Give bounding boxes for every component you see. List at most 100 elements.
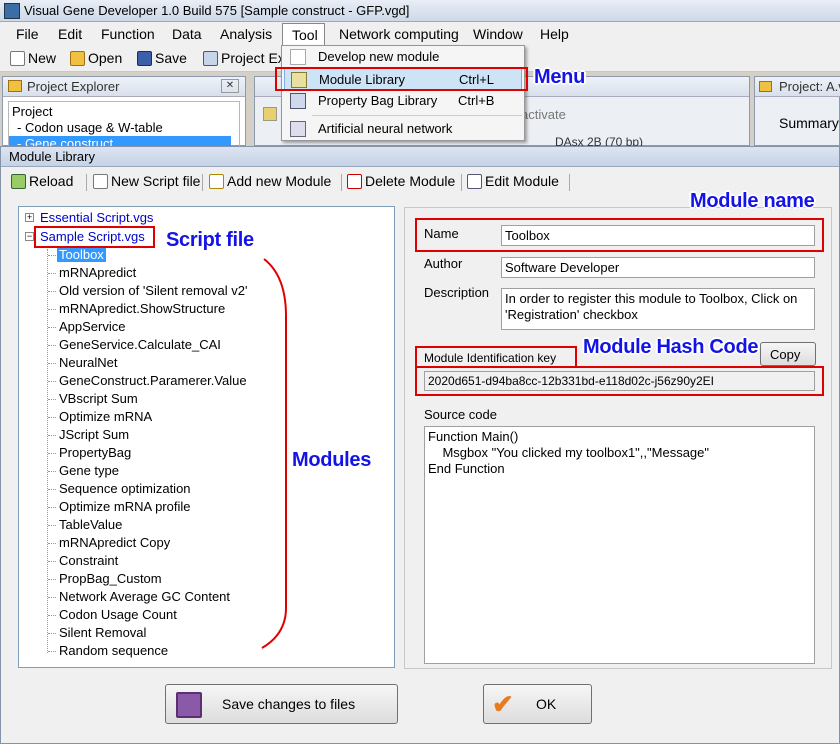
project-explorer-title: Project Explorer [27, 79, 120, 94]
tree-item-essential-script[interactable]: Essential Script.vgs [40, 210, 153, 225]
source-code-editor[interactable]: Function Main() Msgbox "You clicked my t… [424, 426, 815, 664]
tree-connector [48, 471, 56, 472]
menu-function[interactable]: Function [101, 26, 155, 42]
tree-item-module[interactable]: Network Average GC Content [59, 589, 230, 604]
toolbar-separator [341, 174, 342, 191]
app-icon [4, 3, 20, 19]
tab-summary[interactable]: Summary [779, 115, 839, 131]
tree-item-module[interactable]: Silent Removal [59, 625, 146, 640]
project-title: Project: A.v [779, 79, 840, 94]
tree-item-module[interactable]: NeuralNet [59, 355, 118, 370]
module-library-title: Module Library [9, 149, 95, 164]
tree-item-module[interactable]: GeneService.Calculate_CAI [59, 337, 221, 352]
reload-icon [11, 173, 26, 189]
tree-item-module[interactable]: Constraint [59, 553, 118, 568]
project-explorer-icon [203, 50, 218, 66]
tree-item-module[interactable]: PropBag_Custom [59, 571, 162, 586]
collapse-icon[interactable]: − [25, 232, 34, 241]
menu-separator [312, 115, 522, 116]
open-folder-icon [70, 50, 85, 66]
project-explorer-panel: Project Explorer ✕ Project - Codon usage… [2, 76, 246, 147]
menu-item-property-bag-library[interactable]: Property Bag Library Ctrl+B [284, 90, 522, 112]
tree-connector [48, 597, 56, 598]
annotation-modules: Modules [292, 449, 372, 471]
gene-icon [263, 107, 277, 121]
tree-connector [48, 525, 56, 526]
project-summary-panel: Project: A.v Summary [754, 76, 840, 146]
tool-dropdown-menu: Develop new module Module Library Ctrl+L… [281, 45, 525, 141]
author-label: Author [424, 256, 463, 271]
folder-icon [759, 81, 772, 92]
key-label: Module Identification key [424, 351, 557, 365]
tree-item-module[interactable]: Toolbox [57, 247, 106, 262]
tree-connector [48, 291, 56, 292]
edit-module-button[interactable]: Edit Module [467, 173, 559, 189]
tree-connector [48, 579, 56, 580]
tree-item-module[interactable]: mRNApredict [59, 265, 136, 280]
menu-data[interactable]: Data [172, 26, 202, 42]
reload-button[interactable]: Reload [11, 173, 73, 189]
tree-item-module[interactable]: GeneConstruct.Paramerer.Value [59, 373, 247, 388]
tree-item-module[interactable]: Codon Usage Count [59, 607, 177, 622]
project-explorer-button[interactable]: Project Ex [203, 50, 285, 66]
menu-file[interactable]: File [16, 26, 39, 42]
save-changes-button[interactable]: Save changes to files [165, 684, 398, 724]
save-button[interactable]: Save [137, 50, 187, 66]
tree-item-module[interactable]: Optimize mRNA profile [59, 499, 190, 514]
tree-item-module[interactable]: Optimize mRNA [59, 409, 152, 424]
tree-item-module[interactable]: mRNApredict Copy [59, 535, 170, 550]
open-button[interactable]: Open [70, 50, 122, 66]
tree-connector [48, 435, 56, 436]
save-disk-icon [137, 50, 152, 66]
tree-connector [48, 309, 56, 310]
new-button[interactable]: New [10, 50, 56, 66]
delete-module-button[interactable]: Delete Module [347, 173, 455, 189]
script-file-highlight [34, 226, 155, 248]
develop-icon [290, 49, 306, 65]
tree-connector [48, 489, 56, 490]
module-library-caption: Module Library [1, 147, 839, 167]
tree-item-module[interactable]: VBscript Sum [59, 391, 138, 406]
menu-edit[interactable]: Edit [58, 26, 82, 42]
menu-help[interactable]: Help [540, 26, 569, 42]
tree-item-codon-usage[interactable]: - Codon usage & W-table [17, 120, 163, 135]
ok-button[interactable]: ✔ OK [483, 684, 592, 724]
tree-item-module[interactable]: TableValue [59, 517, 122, 532]
tree-connector [48, 273, 56, 274]
author-field[interactable]: Software Developer [501, 257, 815, 278]
tree-item-module[interactable]: Random sequence [59, 643, 168, 658]
tree-connector [48, 651, 56, 652]
menu-window[interactable]: Window [473, 26, 523, 42]
tree-item-module[interactable]: Old version of 'Silent removal v2' [59, 283, 248, 298]
close-icon[interactable]: ✕ [221, 79, 239, 93]
menu-tool-label: Tool [292, 27, 318, 43]
menu-tool[interactable]: Tool [282, 23, 325, 46]
tree-item-module[interactable]: PropertyBag [59, 445, 131, 460]
tree-item-module[interactable]: mRNApredict.ShowStructure [59, 301, 225, 316]
source-line: End Function [428, 461, 505, 476]
name-field[interactable]: Toolbox [501, 225, 815, 246]
name-label: Name [424, 226, 459, 241]
activate-tab[interactable]: activate [521, 107, 566, 122]
module-key-field[interactable]: 2020d651-d94ba8cc-12b331bd-e118d02c-j56z… [424, 371, 815, 391]
description-label: Description [424, 285, 490, 300]
annotation-module-hash: Module Hash Code [583, 336, 759, 358]
menu-network-computing[interactable]: Network computing [339, 26, 459, 42]
tree-item-module[interactable]: Sequence optimization [59, 481, 191, 496]
menu-analysis[interactable]: Analysis [220, 26, 272, 42]
tree-connector [48, 615, 56, 616]
add-new-module-button[interactable]: Add new Module [209, 173, 331, 189]
menu-item-artificial-neural-network[interactable]: Artificial neural network [284, 118, 522, 140]
tree-connector [48, 381, 56, 382]
tree-item-module[interactable]: AppService [59, 319, 125, 334]
toolbar-separator [202, 174, 203, 191]
toolbar-separator [569, 174, 570, 191]
tree-item-module[interactable]: Gene type [59, 463, 119, 478]
copy-button[interactable]: Copy [760, 342, 816, 366]
description-field[interactable]: In order to register this module to Tool… [501, 288, 815, 330]
new-script-file-button[interactable]: New Script file [93, 173, 200, 189]
menu-item-develop-new-module[interactable]: Develop new module [284, 46, 522, 68]
expand-icon[interactable]: + [25, 213, 34, 222]
tree-item-module[interactable]: JScript Sum [59, 427, 129, 442]
tree-item-project[interactable]: Project [12, 104, 52, 119]
